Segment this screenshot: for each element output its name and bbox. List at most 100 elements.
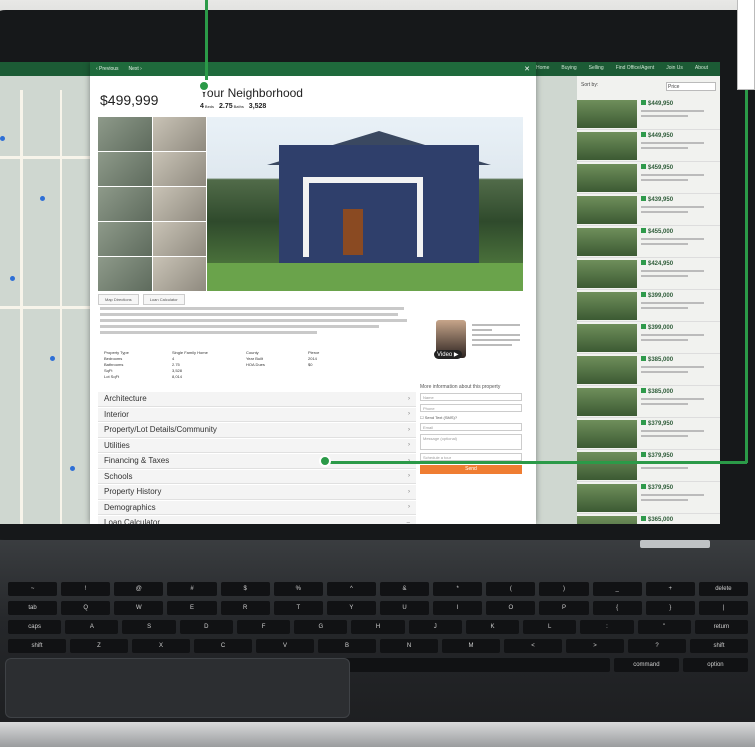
send-button[interactable]: Send [420, 465, 522, 474]
listing-card[interactable]: $379,950 [577, 450, 720, 482]
thumbnail[interactable] [98, 117, 152, 151]
key[interactable]: $ [220, 582, 270, 596]
key[interactable]: ^ [326, 582, 376, 596]
email-field[interactable]: Email [420, 423, 522, 431]
key[interactable]: ? [628, 639, 686, 653]
listing-card[interactable]: $379,950 [577, 482, 720, 514]
listing-card[interactable]: $439,950 [577, 194, 720, 226]
section-utilities[interactable]: Utilities › [98, 438, 416, 453]
nav-link[interactable]: About [695, 65, 708, 71]
nav-link[interactable]: Join Us [666, 65, 683, 71]
key[interactable]: T [273, 601, 323, 615]
key[interactable]: ( [486, 582, 536, 596]
thumbnail[interactable] [152, 117, 206, 151]
listing-card[interactable]: $455,000 [577, 226, 720, 258]
key[interactable]: W [114, 601, 164, 615]
section-schools[interactable]: Schools › [98, 469, 416, 484]
listing-card[interactable]: $399,000 [577, 322, 720, 354]
key[interactable]: % [273, 582, 323, 596]
key[interactable]: tab [8, 601, 58, 615]
main-photo[interactable] [207, 117, 523, 291]
key[interactable]: M [442, 639, 500, 653]
schedule-tour-field[interactable]: Schedule a tour [420, 453, 522, 461]
key[interactable]: N [380, 639, 438, 653]
key[interactable]: H [351, 620, 405, 634]
nav-link[interactable]: Selling [589, 65, 604, 71]
key[interactable]: B [318, 639, 376, 653]
listing-card[interactable]: $379,950 [577, 418, 720, 450]
key[interactable]: R [220, 601, 270, 615]
listing-card[interactable]: $449,950 [577, 98, 720, 130]
thumbnail[interactable] [98, 222, 152, 256]
key[interactable]: Y [326, 601, 376, 615]
thumbnail[interactable] [152, 222, 206, 256]
key[interactable]: X [132, 639, 190, 653]
key[interactable]: & [379, 582, 430, 596]
trackpad[interactable] [5, 658, 350, 718]
map-pin[interactable] [50, 356, 55, 361]
thumbnail[interactable] [98, 152, 152, 186]
nav-link[interactable]: Buying [561, 65, 576, 71]
key[interactable]: Z [70, 639, 128, 653]
nav-link[interactable]: Find Office/Agent [616, 65, 655, 71]
key[interactable]: ) [539, 582, 589, 596]
loan-calculator-button[interactable]: Loan Calculator [142, 294, 185, 305]
map-left[interactable] [0, 76, 92, 524]
key[interactable]: : [580, 620, 634, 634]
video-button[interactable]: Video ▶ [434, 350, 462, 359]
key[interactable]: P [539, 601, 589, 615]
key[interactable]: return [694, 620, 749, 634]
key[interactable]: E [167, 601, 217, 615]
section-demographics[interactable]: Demographics › [98, 500, 416, 515]
listing-card[interactable]: $424,950 [577, 258, 720, 290]
nav-link[interactable]: Home [536, 65, 549, 71]
key[interactable]: O [486, 601, 536, 615]
key[interactable]: K [465, 620, 520, 634]
listing-card[interactable]: $385,000 [577, 354, 720, 386]
close-icon[interactable]: ✕ [524, 65, 530, 73]
key[interactable]: | [698, 601, 748, 615]
map-pin[interactable] [0, 136, 5, 141]
sort-select[interactable]: Price [666, 82, 716, 91]
name-field[interactable]: Name [420, 393, 522, 401]
key[interactable]: < [504, 639, 562, 653]
section-property-lot-details-community[interactable]: Property/Lot Details/Community › [98, 423, 416, 438]
map-pin[interactable] [70, 466, 75, 471]
key[interactable]: delete [698, 582, 748, 596]
key[interactable]: A [65, 620, 119, 634]
key[interactable]: @ [114, 582, 164, 596]
section-architecture[interactable]: Architecture › [98, 392, 416, 407]
key[interactable]: command [613, 658, 679, 672]
thumbnail[interactable] [98, 187, 152, 221]
key[interactable]: L [523, 620, 577, 634]
key[interactable]: C [194, 639, 252, 653]
key[interactable]: shift [690, 639, 748, 653]
map-pin[interactable] [10, 276, 15, 281]
key[interactable]: _ [592, 582, 642, 596]
key[interactable]: ! [61, 582, 111, 596]
key[interactable]: > [566, 639, 624, 653]
key[interactable]: " [637, 620, 691, 634]
section-property-history[interactable]: Property History › [98, 485, 416, 500]
key[interactable]: shift [8, 639, 66, 653]
listing-card[interactable]: $399,000 [577, 290, 720, 322]
listing-card[interactable]: $385,000 [577, 386, 720, 418]
key[interactable]: Q [61, 601, 111, 615]
thumbnail[interactable] [152, 152, 206, 186]
thumbnail[interactable] [98, 257, 152, 291]
listing-card[interactable]: $365,000 [577, 514, 720, 524]
previous-button[interactable]: ‹ Previous [96, 66, 119, 72]
key[interactable]: } [645, 601, 695, 615]
key[interactable]: { [592, 601, 642, 615]
key[interactable]: V [256, 639, 314, 653]
listing-card[interactable]: $459,950 [577, 162, 720, 194]
key[interactable]: # [167, 582, 217, 596]
key[interactable]: caps [8, 620, 62, 634]
key[interactable]: ~ [8, 582, 58, 596]
key[interactable]: F [236, 620, 291, 634]
key[interactable]: + [645, 582, 695, 596]
thumbnail[interactable] [152, 257, 206, 291]
key[interactable]: S [122, 620, 176, 634]
map-directions-button[interactable]: Map Directions [98, 294, 139, 305]
sms-checkbox[interactable]: ☐ Send Text (SMS)? [420, 415, 522, 420]
